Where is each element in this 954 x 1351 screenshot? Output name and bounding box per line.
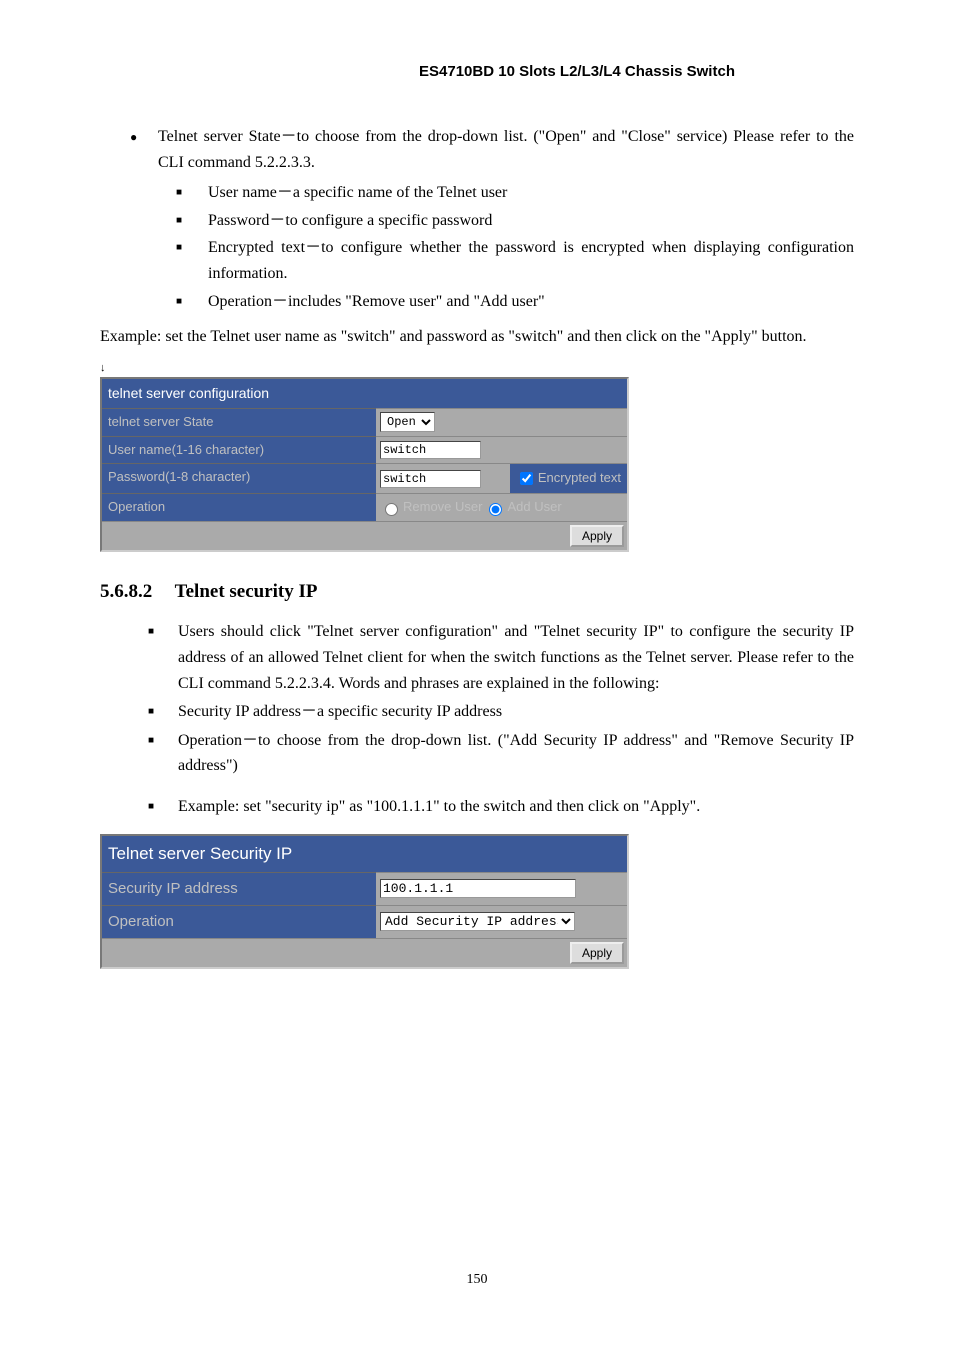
section-title: Telnet security IP (175, 581, 318, 602)
example-paragraph: Example: set the Telnet user name as "sw… (100, 324, 854, 350)
sub-bullet-list: User name－a specific name of the Telnet … (158, 180, 854, 314)
panel-title: telnet server configuration (102, 379, 627, 407)
document-header: ES4710BD 10 Slots L2/L3/L4 Chassis Switc… (300, 60, 854, 84)
password-label: Password(1-8 character) (102, 463, 376, 493)
remove-user-radio[interactable] (385, 503, 398, 516)
apply-button[interactable]: Apply (570, 525, 624, 547)
panel2-title: Telnet server Security IP (102, 836, 627, 871)
anchor-icon: ↓ (100, 360, 854, 378)
page-number: 150 (100, 1269, 854, 1291)
section-bullet-item: Security IP address－a specific security … (100, 699, 854, 725)
telnet-config-panel: telnet server configuration telnet serve… (100, 377, 629, 552)
security-ip-label: Security IP address (102, 872, 376, 905)
telnet-state-label: telnet server State (102, 408, 376, 436)
sub-bullet-item: Operation－includes "Remove user" and "Ad… (158, 289, 854, 315)
section-number: 5.6.8.2 (100, 581, 152, 602)
security-ip-input[interactable] (380, 879, 576, 898)
top-bullet-text: Telnet server State－to choose from the d… (158, 128, 854, 171)
sub-bullet-item: User name－a specific name of the Telnet … (158, 180, 854, 206)
top-bullet-list: Telnet server State－to choose from the d… (100, 124, 854, 314)
username-label: User name(1-16 character) (102, 436, 376, 464)
username-input[interactable] (380, 441, 481, 459)
password-input[interactable] (380, 470, 481, 488)
section-bullet-list: Users should click "Telnet server config… (100, 619, 854, 779)
add-user-radio[interactable] (489, 503, 502, 516)
sub-bullet-item: Encrypted text－to configure whether the … (158, 235, 854, 286)
operation2-label: Operation (102, 905, 376, 938)
example-bullet-item: Example: set "security ip" as "100.1.1.1… (100, 794, 854, 820)
security-ip-panel: Telnet server Security IP Security IP ad… (100, 834, 629, 968)
sub-bullet-item: Password－to configure a specific passwor… (158, 208, 854, 234)
top-bullet-item: Telnet server State－to choose from the d… (130, 124, 854, 314)
example-bullet-list: Example: set "security ip" as "100.1.1.1… (100, 794, 854, 820)
add-user-label: Add User (507, 497, 561, 518)
remove-user-label: Remove User (403, 497, 482, 518)
operation-label: Operation (102, 493, 376, 521)
encrypted-label: Encrypted text (538, 468, 621, 489)
section-bullet-item: Users should click "Telnet server config… (100, 619, 854, 696)
operation2-select[interactable]: Add Security IP address (380, 912, 575, 931)
section-heading: 5.6.8.2 Telnet security IP (100, 577, 854, 607)
apply-button-2[interactable]: Apply (570, 942, 624, 964)
section-bullet-item: Operation－to choose from the drop-down l… (100, 728, 854, 779)
telnet-state-select[interactable]: Open (380, 412, 435, 432)
encrypted-checkbox[interactable] (520, 472, 533, 485)
